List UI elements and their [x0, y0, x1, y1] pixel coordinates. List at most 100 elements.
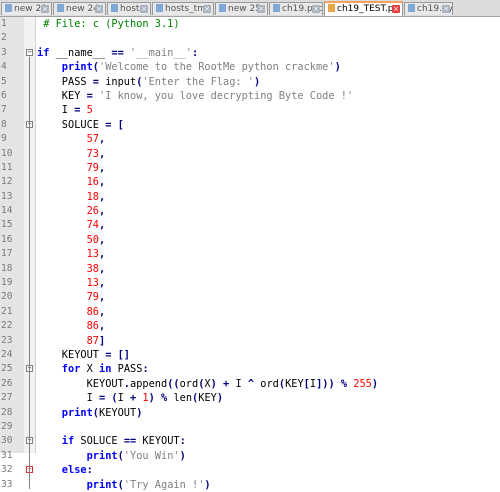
tab-ch19-pyc[interactable]: ch19.pyc × — [269, 2, 323, 15]
code-text: print('Try Again !') — [37, 478, 211, 492]
code-token: SOLUCE — [37, 118, 106, 131]
file-icon — [5, 4, 12, 12]
line-number: 28 — [1, 406, 13, 418]
code-text: if SOLUCE == KEYOUT: — [37, 434, 186, 448]
code-text: 13, — [37, 276, 106, 290]
code-token: ) — [204, 478, 211, 491]
code-line: 29 — [0, 420, 500, 434]
code-token: '__main__' — [123, 46, 193, 59]
code-token: I — [235, 377, 248, 390]
code-token: KEYOUT — [142, 435, 180, 448]
tab-new-25[interactable]: new 25 × — [215, 2, 268, 15]
code-token: ) — [371, 377, 379, 390]
line-number: 21 — [1, 305, 13, 317]
tab-hosts[interactable]: hosts × — [107, 2, 151, 15]
line-number: 6 — [1, 89, 7, 101]
code-line: 15 74, — [0, 218, 500, 232]
code-token: print — [37, 478, 118, 491]
fold-minus-icon[interactable]: − — [26, 48, 33, 56]
code-line: 13 18, — [0, 190, 500, 204]
code-line: 5 PASS = input('Enter the Flag: ') — [0, 75, 500, 89]
close-icon[interactable]: × — [392, 5, 400, 13]
tab-ch19-py[interactable]: ch19.py × — [404, 2, 453, 15]
code-token: + — [130, 392, 143, 405]
code-text: 79, — [37, 290, 106, 304]
line-number: 2 — [1, 32, 7, 44]
code-text: print(KEYOUT) — [37, 406, 143, 420]
code-token: X — [86, 363, 100, 376]
code-line: 28 print(KEYOUT) — [0, 406, 500, 420]
code-token: , — [99, 147, 106, 160]
tab-hosts-tmp[interactable]: hosts_tmp × — [152, 2, 214, 15]
line-number: 32 — [1, 464, 13, 476]
code-text: 26, — [37, 204, 106, 218]
code-text: 74, — [37, 218, 106, 232]
code-token: input — [99, 75, 137, 88]
line-number: 22 — [1, 320, 13, 332]
close-icon[interactable]: × — [95, 5, 103, 13]
code-line: 7 I = 5 — [0, 103, 500, 117]
code-token: else — [37, 464, 87, 477]
file-icon — [408, 4, 415, 12]
line-number: 14 — [1, 205, 13, 217]
code-token: 13 — [37, 248, 99, 261]
line-number: 8 — [1, 118, 7, 130]
code-text: 79, — [37, 161, 106, 175]
line-number: 17 — [1, 248, 13, 260]
line-number: 1 — [1, 18, 7, 29]
file-icon — [156, 4, 163, 12]
code-text: 86, — [37, 319, 106, 333]
code-token: 18 — [37, 190, 99, 203]
tab-ch19-test-py[interactable]: ch19_TEST.py × — [324, 1, 403, 16]
code-line: 22 86, — [0, 319, 500, 333]
line-number: 7 — [1, 104, 7, 116]
code-token: print — [37, 449, 118, 462]
code-token: KEYOUT — [99, 406, 137, 419]
file-icon — [57, 4, 64, 12]
code-text: 50, — [37, 233, 106, 247]
code-token: : — [142, 363, 149, 376]
line-number: 20 — [1, 291, 13, 303]
code-token: , — [99, 291, 106, 304]
code-token: 13 — [37, 277, 99, 290]
code-line: 21 86, — [0, 305, 500, 319]
close-icon[interactable]: × — [312, 5, 320, 13]
code-token: I — [37, 392, 99, 405]
close-icon[interactable]: × — [203, 5, 211, 13]
code-token: 38 — [37, 262, 99, 275]
code-token: KEYOUT — [37, 348, 106, 361]
line-number: 12 — [1, 176, 13, 188]
code-token: ) — [136, 406, 143, 419]
close-icon[interactable]: × — [442, 5, 450, 13]
close-icon[interactable]: × — [257, 5, 265, 13]
code-line: 18 38, — [0, 262, 500, 276]
line-number: 19 — [1, 277, 13, 289]
code-token: ] — [99, 334, 106, 347]
code-token: , — [99, 305, 106, 318]
code-line: 10 73, — [0, 147, 500, 161]
line-number: 31 — [1, 449, 13, 461]
code-token: , — [99, 133, 106, 146]
code-editor[interactable]: 1 # File: c (Python 3.1) 2 3− if __name__ =… — [0, 17, 500, 492]
code-token: , — [99, 320, 106, 333]
code-token: 'Try Again !' — [123, 478, 205, 491]
line-number: 18 — [1, 262, 13, 274]
tab-new-24[interactable]: new 24 × — [53, 2, 106, 15]
close-icon[interactable]: × — [140, 5, 148, 13]
code-token: , — [99, 219, 106, 232]
code-text: KEY = 'I know, you love decrypting Byte … — [37, 89, 353, 103]
code-token: ) — [216, 392, 224, 405]
code-token: 16 — [37, 176, 99, 189]
close-icon[interactable]: × — [41, 5, 49, 13]
code-token: KEY — [285, 377, 304, 390]
code-token: 87 — [37, 334, 99, 347]
code-text: else: — [37, 463, 93, 477]
line-number: 24 — [1, 348, 13, 360]
code-token: ord — [260, 377, 279, 390]
tab-new-23[interactable]: new 23 × — [1, 2, 52, 15]
line-number: 16 — [1, 233, 13, 245]
file-icon — [273, 4, 280, 12]
line-number: 9 — [1, 133, 7, 145]
file-icon — [111, 4, 118, 12]
code-token: = ( — [99, 392, 118, 405]
